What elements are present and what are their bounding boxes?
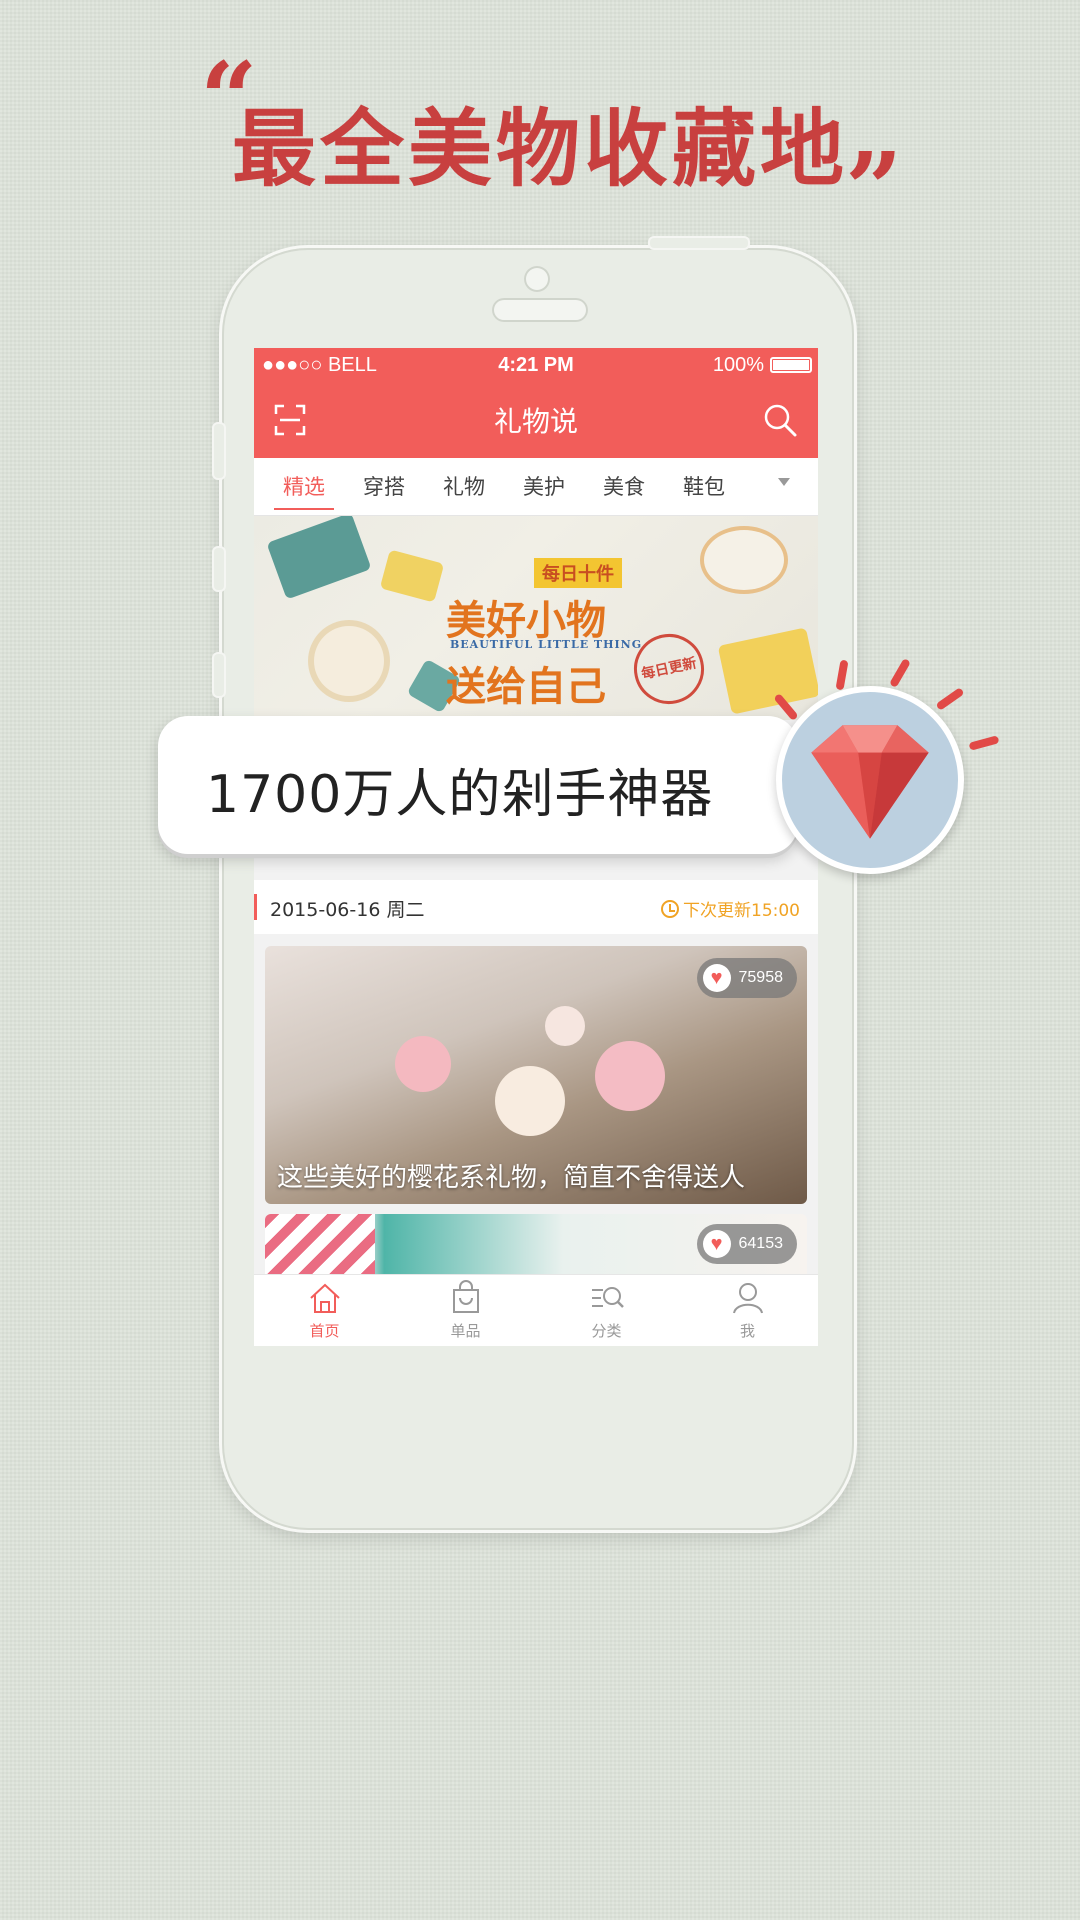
- card-image-decor: [545, 1006, 585, 1046]
- bottom-tab-bar: 首页 单品 分类 我: [254, 1274, 818, 1346]
- phone-power-button: [650, 238, 748, 248]
- tab-featured[interactable]: 精选: [264, 458, 344, 516]
- promo-callout: 1700万人的剁手神器: [158, 716, 798, 854]
- tab-gifts[interactable]: 礼物: [424, 458, 504, 516]
- tabbar-home[interactable]: 首页: [254, 1275, 395, 1346]
- gem-badge: [776, 686, 964, 874]
- tabbar-items[interactable]: 单品: [395, 1275, 536, 1346]
- next-update: 下次更新15:00: [661, 896, 800, 921]
- feed-date: 2015-06-16 周二: [270, 899, 425, 921]
- promo-headline: 最全美物收藏地: [231, 99, 848, 198]
- tabbar-me[interactable]: 我: [677, 1275, 818, 1346]
- close-quote-mark: ”: [845, 130, 903, 248]
- article-title: 这些美好的樱花系礼物，简直不舍得送人: [277, 1163, 746, 1193]
- banner-decor: [379, 549, 445, 603]
- promo-callout-text: 1700万人的剁手神器: [206, 765, 714, 825]
- heart-icon: ♥: [702, 964, 731, 992]
- tabbar-items-label: 单品: [450, 1322, 481, 1340]
- date-accent-bar: [254, 894, 257, 920]
- like-badge[interactable]: ♥ 64153: [696, 1224, 797, 1264]
- phone-volume-down: [214, 654, 224, 696]
- tabbar-category[interactable]: 分类: [536, 1275, 677, 1346]
- article-card[interactable]: ♥ 75958 这些美好的樱花系礼物，简直不舍得送人: [265, 946, 807, 1204]
- banner-decor: [314, 626, 384, 696]
- user-icon: [732, 1283, 763, 1314]
- chevron-down-icon[interactable]: [778, 478, 790, 486]
- card-image-decor: [395, 1036, 451, 1092]
- phone-speaker: [492, 298, 588, 322]
- search-icon[interactable]: [762, 402, 798, 438]
- clock-icon: [661, 899, 679, 918]
- banner-tag: 每日十件: [534, 558, 622, 588]
- banner-decor: [704, 530, 784, 590]
- battery-icon: [770, 357, 812, 373]
- tab-food[interactable]: 美食: [584, 458, 664, 516]
- sparkle-ray: [889, 658, 911, 688]
- app-navbar: 礼物说: [254, 382, 818, 458]
- app-title: 礼物说: [493, 405, 578, 438]
- feed-date-header: 2015-06-16 周二 下次更新15:00: [254, 880, 818, 934]
- banner-decor: [266, 516, 372, 600]
- phone-camera: [524, 266, 550, 292]
- tabbar-home-label: 首页: [309, 1322, 340, 1340]
- tab-beauty[interactable]: 美护: [504, 458, 584, 516]
- like-count: 75958: [738, 969, 784, 986]
- home-icon: [309, 1283, 340, 1313]
- phone-volume-up: [214, 548, 224, 590]
- gem-icon: [811, 725, 929, 839]
- banner-title-line2: 送给自己: [446, 663, 606, 710]
- tab-outfit[interactable]: 穿搭: [344, 458, 424, 516]
- battery-indicator: 100%: [713, 354, 812, 377]
- like-count: 64153: [738, 1235, 784, 1252]
- phone-mute-switch: [214, 424, 224, 478]
- scan-icon[interactable]: [274, 404, 306, 436]
- category-tabs: 精选 穿搭 礼物 美护 美食 鞋包: [254, 458, 818, 516]
- banner-subtitle: BEAUTIFUL LITTLE THING: [450, 638, 643, 651]
- battery-percent: 100%: [712, 353, 764, 376]
- card-image-decor: [595, 1041, 665, 1111]
- tabbar-me-label: 我: [739, 1322, 755, 1340]
- status-bar: ●●●○○ BELL 4:21 PM 100%: [254, 348, 818, 382]
- tabbar-category-label: 分类: [591, 1322, 622, 1340]
- tab-shoes-bags[interactable]: 鞋包: [664, 458, 744, 516]
- like-badge[interactable]: ♥ 75958: [696, 958, 797, 998]
- sparkle-ray: [968, 735, 1000, 751]
- featured-banner[interactable]: 每日十件 美好小物 BEAUTIFUL LITTLE THING 送给自己 每日…: [254, 516, 818, 720]
- next-update-label: 下次更新15:00: [683, 901, 800, 921]
- bag-icon: [452, 1280, 479, 1313]
- category-search-icon: [591, 1287, 624, 1308]
- card-image-decor: [495, 1066, 565, 1136]
- heart-icon: ♥: [702, 1230, 731, 1258]
